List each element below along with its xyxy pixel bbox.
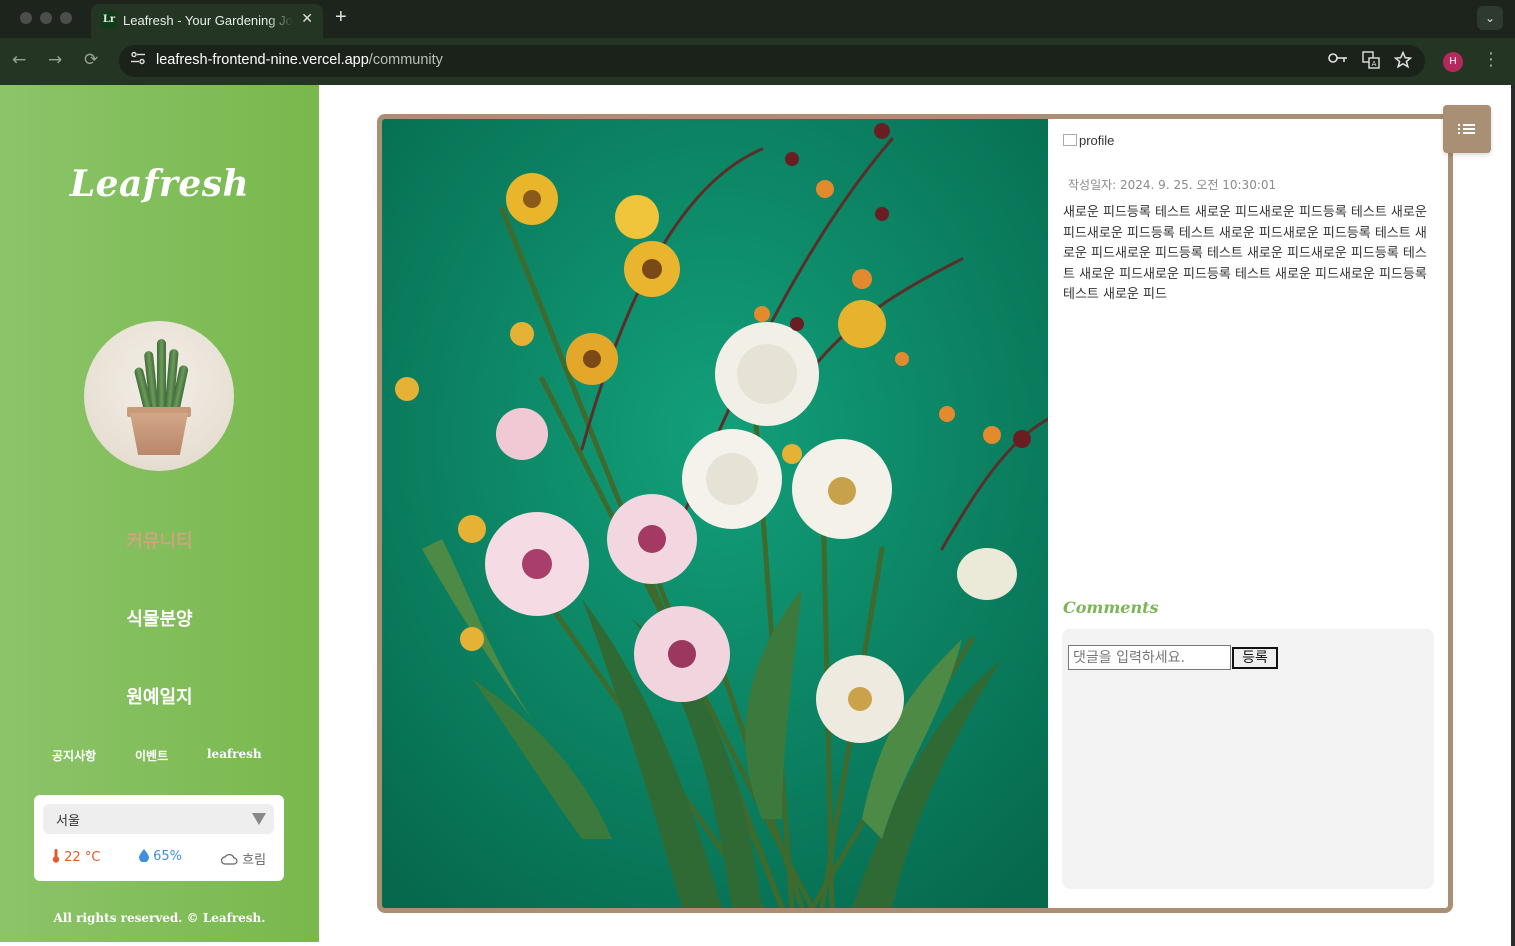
plant-pot bbox=[130, 413, 188, 455]
back-button[interactable]: ← bbox=[12, 50, 26, 70]
forward-button[interactable]: → bbox=[48, 50, 62, 70]
copyright-footer: All rights reserved. © Leafresh. bbox=[53, 911, 266, 925]
browser-chrome: Lr Leafresh - Your Gardening Journal ✕ +… bbox=[0, 0, 1515, 85]
window-zoom-dot[interactable] bbox=[60, 12, 72, 24]
tab-close-icon[interactable]: ✕ bbox=[301, 11, 313, 27]
comment-input[interactable] bbox=[1068, 645, 1231, 670]
author-profile-image[interactable]: profile bbox=[1063, 133, 1114, 148]
city-select-value: 서울 bbox=[56, 814, 80, 829]
post-date: 작성일자: 2024. 9. 25. 오전 10:30:01 bbox=[1068, 178, 1277, 192]
window-minimize-dot[interactable] bbox=[40, 12, 52, 24]
feed-detail-card: profile 작성일자: 2024. 9. 25. 오전 10:30:01 새… bbox=[377, 114, 1453, 913]
nav-community[interactable]: 커뮤니티 bbox=[0, 527, 319, 553]
address-bar[interactable]: leafresh-frontend-nine.vercel.app/commun… bbox=[119, 45, 1425, 77]
feed-detail-panel: profile 작성일자: 2024. 9. 25. 오전 10:30:01 새… bbox=[1048, 119, 1448, 908]
browser-tab-active[interactable]: Lr Leafresh - Your Gardening Journal ✕ bbox=[91, 4, 323, 38]
water-drop-icon bbox=[139, 849, 149, 863]
chevron-down-icon bbox=[252, 813, 266, 825]
feed-photo bbox=[382, 119, 1048, 908]
new-tab-button[interactable]: + bbox=[335, 6, 347, 29]
city-select[interactable]: 서울 bbox=[43, 804, 274, 834]
browser-toolbar: ← → ⟳ leafresh-frontend-nine.vercel.app/… bbox=[0, 38, 1515, 85]
comment-submit-button[interactable]: 등록 bbox=[1232, 647, 1278, 669]
list-view-button[interactable] bbox=[1443, 105, 1491, 153]
weather-widget: 서울 22 °C 65% 흐림 bbox=[34, 795, 284, 881]
broken-image-icon bbox=[1063, 134, 1077, 146]
profile-image-alt: profile bbox=[1079, 133, 1115, 148]
reload-button[interactable]: ⟳ bbox=[84, 50, 98, 70]
weather-sky: 흐림 bbox=[220, 849, 267, 868]
weather-temperature: 22 °C bbox=[52, 849, 100, 865]
url-path: /community bbox=[368, 52, 443, 68]
sub-link-leafresh[interactable]: leafresh bbox=[207, 747, 262, 761]
profile-avatar-button[interactable]: H bbox=[1443, 52, 1463, 72]
weather-humidity: 65% bbox=[139, 849, 182, 864]
flower-bouquet-image bbox=[382, 119, 1048, 908]
bookmark-star-icon[interactable] bbox=[1393, 50, 1413, 73]
sky-value: 흐림 bbox=[242, 853, 267, 868]
sidebar: Leafresh 커뮤니티 식물분양 원예일지 공지사항 이벤트 leafres… bbox=[0, 85, 319, 942]
cloud-icon bbox=[220, 854, 238, 865]
svg-text:A: A bbox=[1372, 60, 1377, 68]
nav-plant-adoption[interactable]: 식물분양 bbox=[0, 605, 319, 631]
temperature-value: 22 °C bbox=[64, 850, 101, 865]
window-close-dot[interactable] bbox=[20, 12, 32, 24]
brand-logo[interactable]: Leafresh bbox=[0, 163, 319, 205]
browser-menu-button[interactable]: ⋮ bbox=[1482, 49, 1500, 70]
tab-favicon-icon: Lr bbox=[101, 12, 117, 28]
tab-strip: Lr Leafresh - Your Gardening Journal ✕ +… bbox=[0, 0, 1515, 38]
tab-title: Leafresh - Your Gardening Journal bbox=[123, 13, 293, 28]
tab-search-dropdown-button[interactable]: ⌄ bbox=[1477, 6, 1503, 30]
translate-icon[interactable]: A bbox=[1362, 51, 1380, 73]
plant-profile-image bbox=[84, 321, 234, 471]
sub-link-notice[interactable]: 공지사항 bbox=[52, 747, 96, 764]
password-key-icon[interactable] bbox=[1328, 51, 1348, 69]
nav-gardening-journal[interactable]: 원예일지 bbox=[0, 683, 319, 709]
url-host: leafresh-frontend-nine.vercel.app bbox=[156, 52, 369, 68]
url-text[interactable]: leafresh-frontend-nine.vercel.app/commun… bbox=[156, 52, 443, 68]
page-content: Leafresh 커뮤니티 식물분양 원예일지 공지사항 이벤트 leafres… bbox=[0, 85, 1511, 946]
post-body: 새로운 피드등록 테스트 새로운 피드새로운 피드등록 테스트 새로운 피드새로… bbox=[1063, 205, 1427, 302]
comment-section: 등록 bbox=[1062, 629, 1434, 889]
sub-link-event[interactable]: 이벤트 bbox=[135, 747, 168, 764]
comments-heading: Comments bbox=[1063, 598, 1159, 617]
humidity-value: 65% bbox=[153, 849, 183, 864]
thermometer-icon bbox=[52, 849, 60, 863]
site-info-icon[interactable] bbox=[127, 51, 149, 71]
